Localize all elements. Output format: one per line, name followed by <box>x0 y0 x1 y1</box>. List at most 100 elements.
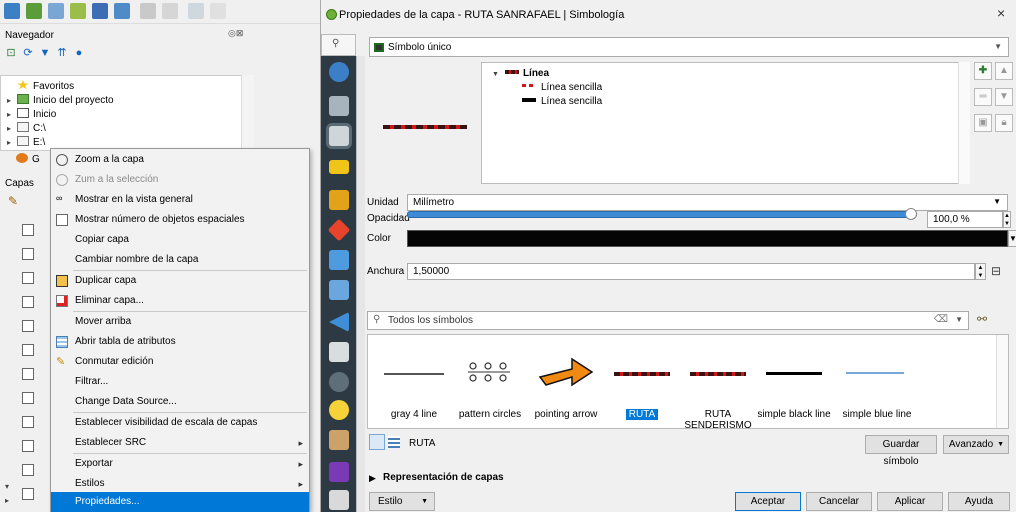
color-button[interactable] <box>407 230 1008 247</box>
tree-item[interactable]: G <box>6 153 40 167</box>
menu-item-feature-count[interactable]: Mostrar número de objetos espaciales <box>51 210 309 230</box>
opacity-slider[interactable] <box>407 211 917 218</box>
menu-item-move-up[interactable]: Mover arriba <box>51 312 309 332</box>
style-panel-icon[interactable]: ✎ <box>8 194 18 208</box>
joins-icon[interactable] <box>329 312 349 332</box>
advanced-button[interactable]: Avanzado ▼ <box>943 435 1009 454</box>
menu-item-copy-layer[interactable]: Copiar capa <box>51 230 309 250</box>
gallery-item[interactable]: simple black line <box>756 335 832 428</box>
checkbox-icon[interactable] <box>56 214 68 226</box>
layer-tool-icon[interactable] <box>92 3 108 19</box>
tree-item[interactable]: ▸ Inicio <box>7 108 56 122</box>
layer-rendering-section[interactable]: Representación de capas <box>383 472 504 483</box>
layer-checkbox[interactable] <box>22 464 34 476</box>
layer-checkbox[interactable] <box>22 344 34 356</box>
color-menu-arrow-icon[interactable]: ▼ <box>1008 230 1016 247</box>
menu-item-zoom-layer[interactable]: Zoom a la capa <box>51 150 309 170</box>
tree-item[interactable]: Favoritos <box>7 80 74 94</box>
list-view-icon[interactable] <box>388 436 400 448</box>
move-up-button[interactable]: ▲ <box>995 62 1013 80</box>
style-menu-button[interactable]: Estilo ▼ <box>369 492 435 511</box>
opacity-slider-handle[interactable] <box>905 208 917 220</box>
lock-icon[interactable]: 🔒︎ <box>995 114 1013 132</box>
edit-tool-icon[interactable] <box>188 3 204 19</box>
renderer-select[interactable]: Símbolo único ▼ <box>369 37 1009 57</box>
menu-item-styles[interactable]: Estilos ▸ <box>51 474 309 494</box>
tree-scrollbar[interactable] <box>241 75 254 151</box>
actions-icon[interactable] <box>329 372 349 392</box>
data-defined-override-icon[interactable]: ⊟ <box>991 264 1001 278</box>
save-symbol-button[interactable]: Guardar símbolo <box>865 435 937 467</box>
refresh-icon[interactable]: ⟳ <box>21 46 35 60</box>
layer-tool-icon[interactable] <box>4 3 20 19</box>
panel-controls-icon[interactable]: ◎⊠ <box>228 28 243 39</box>
menu-item-duplicate-layer[interactable]: Duplicar capa <box>51 271 309 291</box>
diagrams-icon[interactable] <box>329 190 349 210</box>
variables-icon[interactable] <box>329 462 349 482</box>
layer-checkbox[interactable] <box>22 440 34 452</box>
gallery-item-selected[interactable]: RUTA <box>604 335 680 428</box>
add-selected-icon[interactable]: ⊡ <box>4 46 18 60</box>
tree-item[interactable]: ▸ E:\ <box>7 136 45 150</box>
attributes-form-icon[interactable] <box>329 280 349 300</box>
layer-tool-icon[interactable] <box>26 3 42 19</box>
information-icon[interactable] <box>329 62 349 82</box>
gallery-item[interactable]: pointing arrow <box>528 335 604 428</box>
sidebar-search-icon[interactable]: ⚲ <box>321 34 356 56</box>
info-icon[interactable]: ● <box>72 46 86 60</box>
labels-icon[interactable] <box>329 160 349 174</box>
style-manager-icon[interactable]: ⚯ <box>977 312 987 326</box>
layer-checkbox[interactable] <box>22 248 34 260</box>
fields-icon[interactable] <box>329 250 349 270</box>
symbol-layer-item[interactable]: Línea sencilla <box>522 95 602 109</box>
expand-arrow-icon[interactable]: ▾ <box>5 482 9 491</box>
layer-checkbox[interactable] <box>22 416 34 428</box>
apply-button[interactable]: Aplicar <box>877 492 943 511</box>
symbology-icon[interactable] <box>329 126 349 146</box>
menu-item-export[interactable]: Exportar ▸ <box>51 454 309 474</box>
layer-checkbox[interactable] <box>22 392 34 404</box>
gallery-item[interactable]: simple blue line <box>832 335 922 428</box>
layer-tool-icon[interactable] <box>48 3 64 19</box>
move-down-button[interactable]: ▼ <box>995 88 1013 106</box>
menu-item-zoom-selection[interactable]: Zum a la selección <box>51 170 309 190</box>
menu-item-toggle-editing[interactable]: ✎ Conmutar edición <box>51 352 309 372</box>
opacity-spin-arrows-icon[interactable]: ▲ ▼ <box>1003 211 1011 228</box>
expand-section-icon[interactable]: ▶ <box>369 473 376 484</box>
tree-item[interactable]: ▸ C:\ <box>7 122 46 136</box>
layer-tool-icon[interactable] <box>70 3 86 19</box>
gallery-item[interactable]: gray 4 line <box>376 335 452 428</box>
menu-item-scale-visibility[interactable]: Establecer visibilidad de escala de capa… <box>51 413 309 433</box>
menu-item-rename-layer[interactable]: Cambiar nombre de la capa <box>51 250 309 270</box>
edit-tool-icon[interactable] <box>162 3 178 19</box>
symbol-tree-root[interactable]: ▼ Línea <box>492 67 549 81</box>
menu-item-show-overview[interactable]: ∞ Mostrar en la vista general <box>51 190 309 210</box>
3d-view-icon[interactable] <box>327 218 351 242</box>
layer-checkbox[interactable] <box>22 296 34 308</box>
dialog-scrollbar[interactable] <box>356 56 365 512</box>
edit-tool-icon[interactable] <box>140 3 156 19</box>
width-spinbox[interactable]: 1,50000 <box>407 263 975 280</box>
accept-button[interactable]: Aceptar <box>735 492 801 511</box>
opacity-spinbox[interactable]: 100,0 % <box>927 211 1003 228</box>
unit-select[interactable]: Milímetro ▼ <box>407 194 1008 211</box>
gallery-scrollbar[interactable] <box>996 335 1008 428</box>
symbol-search-input[interactable]: ⚲ Todos los símbolos ⌫ ▼ <box>367 311 969 330</box>
gallery-item[interactable]: RUTA SENDERISMO <box>680 335 756 429</box>
clear-search-icon[interactable]: ⌫ <box>934 314 948 325</box>
add-layer-button[interactable]: ✚ <box>974 62 992 80</box>
rendering-icon[interactable] <box>329 430 349 450</box>
menu-item-properties[interactable]: Propiedades... <box>51 492 309 512</box>
edit-tool-icon[interactable] <box>210 3 226 19</box>
menu-item-change-source[interactable]: Change Data Source... <box>51 392 309 412</box>
layer-tool-icon[interactable] <box>114 3 130 19</box>
expand-arrow-icon[interactable]: ▸ <box>5 496 9 505</box>
icon-view-icon[interactable] <box>369 434 385 450</box>
chevron-down-icon[interactable]: ▼ <box>955 315 963 324</box>
layer-checkbox[interactable] <box>22 368 34 380</box>
cancel-button[interactable]: Cancelar <box>806 492 872 511</box>
layer-checkbox[interactable] <box>22 320 34 332</box>
help-button[interactable]: Ayuda <box>948 492 1010 511</box>
metadata-icon[interactable] <box>329 490 349 510</box>
menu-item-remove-layer[interactable]: Eliminar capa... <box>51 291 309 311</box>
